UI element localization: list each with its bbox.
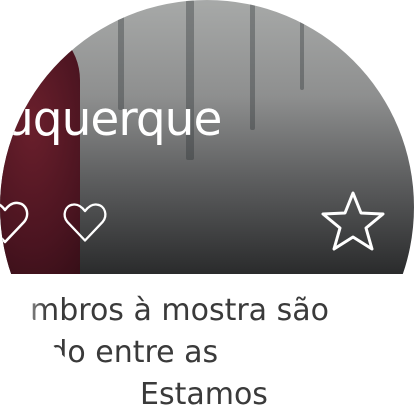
heart-icon — [0, 201, 29, 244]
background-streak — [300, 0, 304, 90]
like-button-partial[interactable] — [0, 200, 30, 246]
background-streak — [250, 0, 255, 130]
heart-icon — [63, 203, 107, 242]
body-line: mbros à mostra são — [30, 293, 329, 328]
star-icon — [321, 191, 385, 251]
watch-screen: uquerque mbros à mostra são ido entre as… — [0, 0, 414, 414]
body-line: ido entre as — [40, 335, 219, 370]
body-line: Estamos — [140, 377, 268, 412]
article-hero-image[interactable]: uquerque — [0, 0, 414, 274]
article-title: uquerque — [4, 92, 222, 147]
favorite-button[interactable] — [320, 190, 386, 252]
article-body: mbros à mostra são ido entre as Estamos — [30, 290, 390, 414]
like-button[interactable] — [62, 200, 108, 246]
